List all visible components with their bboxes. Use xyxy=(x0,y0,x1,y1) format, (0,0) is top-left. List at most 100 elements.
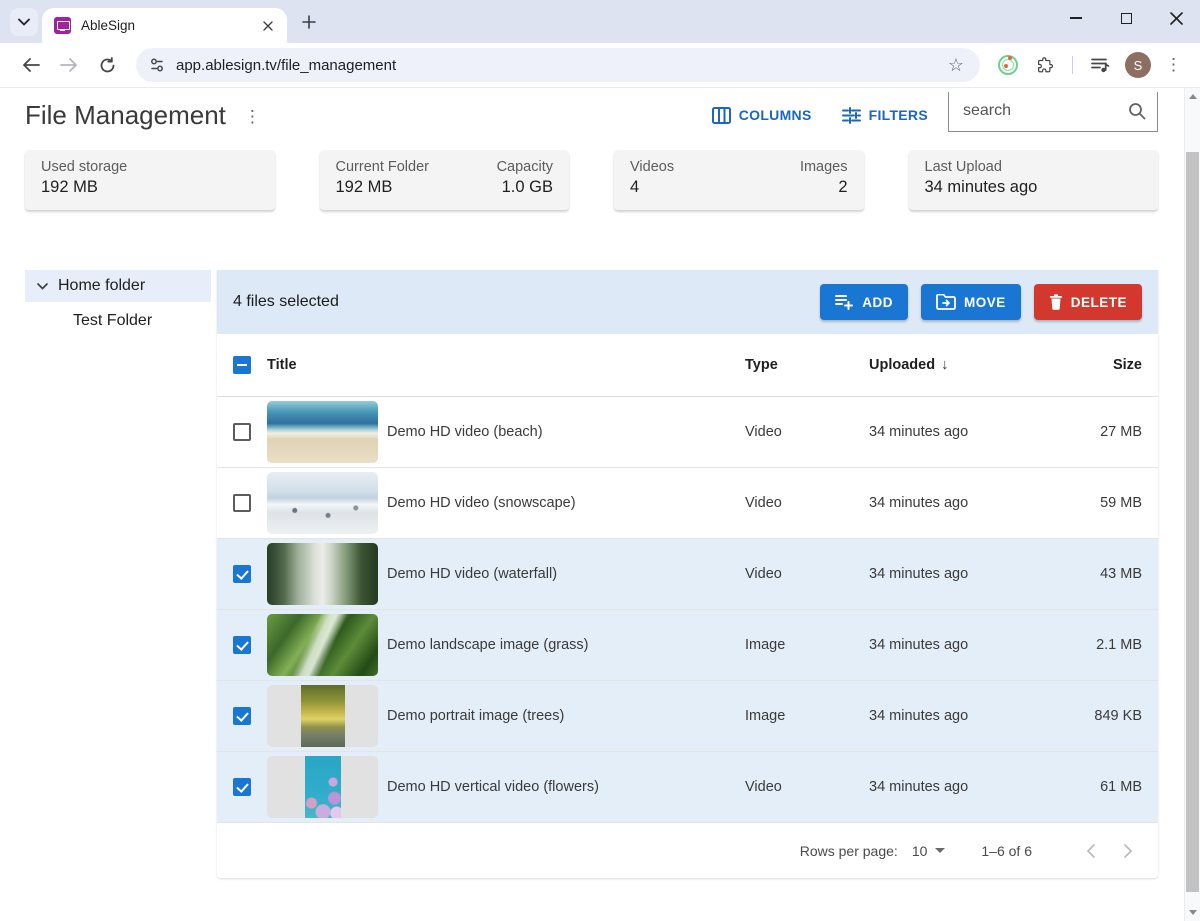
pagination-bar: Rows per page: 10 1–6 of 6 xyxy=(217,823,1158,878)
filters-icon xyxy=(842,107,861,124)
page-header: File Management ⋮ COLUMNS FILTERS xyxy=(25,88,1158,142)
scroll-up-icon[interactable] xyxy=(1189,94,1197,99)
filters-label: FILTERS xyxy=(869,107,928,123)
add-button[interactable]: ADD xyxy=(820,284,908,320)
page-menu-button[interactable]: ⋮ xyxy=(244,107,261,127)
file-size: 43 MB xyxy=(1062,566,1142,582)
move-button[interactable]: MOVE xyxy=(921,284,1021,320)
sidebar-item-test-folder[interactable]: Test Folder xyxy=(25,305,211,337)
tab-strip: AbleSign xyxy=(0,0,1200,43)
chevron-left-icon xyxy=(1086,844,1095,858)
filters-button[interactable]: FILTERS xyxy=(832,99,938,132)
browser-toolbar: app.ablesign.tv/file_management ☆ S ⋮ xyxy=(0,43,1200,88)
row-checkbox[interactable] xyxy=(233,778,251,796)
tab-search-button[interactable] xyxy=(10,8,38,36)
previous-page-button[interactable] xyxy=(1076,837,1104,865)
rows-per-page-label: Rows per page: xyxy=(800,843,898,859)
maximize-icon xyxy=(1121,13,1132,24)
file-thumbnail xyxy=(267,756,378,818)
column-header-uploaded[interactable]: Uploaded↓ xyxy=(869,357,1062,373)
stat-card-videos-images: Videos 4 Images 2 xyxy=(614,150,864,210)
stat-value: 192 MB xyxy=(336,178,429,197)
stat-label: Videos xyxy=(630,159,674,175)
row-checkbox[interactable] xyxy=(233,494,251,512)
url-text: app.ablesign.tv/file_management xyxy=(176,57,948,74)
stat-label: Images xyxy=(800,159,848,175)
tab-close-button[interactable] xyxy=(259,17,277,35)
extensions-button[interactable] xyxy=(1031,51,1059,79)
table-row[interactable]: Demo portrait image (trees) Image 34 min… xyxy=(217,681,1158,752)
stat-label: Capacity xyxy=(497,159,553,175)
close-window-button[interactable] xyxy=(1166,8,1186,28)
chevron-down-icon[interactable] xyxy=(37,283,48,290)
next-page-button[interactable] xyxy=(1114,837,1142,865)
add-label: ADD xyxy=(862,295,893,310)
column-header-title[interactable]: Title xyxy=(267,357,745,373)
chevron-down-icon xyxy=(18,18,30,26)
file-table-body: Demo HD video (beach) Video 34 minutes a… xyxy=(217,397,1158,823)
sidebar-item-home-folder[interactable]: Home folder xyxy=(25,270,211,302)
tab-title: AbleSign xyxy=(81,18,259,33)
table-row[interactable]: Demo HD vertical video (flowers) Video 3… xyxy=(217,752,1158,823)
table-row[interactable]: Demo landscape image (grass) Image 34 mi… xyxy=(217,610,1158,681)
reload-button[interactable] xyxy=(91,49,123,81)
move-label: MOVE xyxy=(964,295,1006,310)
playlist-add-icon xyxy=(835,294,854,310)
reload-icon xyxy=(99,57,116,74)
table-header: Title Type Uploaded↓ Size xyxy=(217,334,1158,397)
folder-label: Test Folder xyxy=(73,312,152,330)
file-uploaded: 34 minutes ago xyxy=(869,566,1062,582)
columns-button[interactable]: COLUMNS xyxy=(702,99,822,132)
search-box[interactable] xyxy=(948,92,1158,132)
file-size: 27 MB xyxy=(1062,424,1142,440)
row-checkbox[interactable] xyxy=(233,423,251,441)
stat-card-used-storage: Used storage 192 MB xyxy=(25,150,275,210)
file-thumbnail xyxy=(267,401,378,463)
file-thumbnail xyxy=(267,472,378,534)
new-tab-button[interactable] xyxy=(295,8,323,36)
browser-menu-button[interactable]: ⋮ xyxy=(1159,55,1188,75)
stat-card-last-upload: Last Upload 34 minutes ago xyxy=(909,150,1159,210)
file-thumbnail xyxy=(267,685,378,747)
playlist-music-icon xyxy=(1091,57,1110,73)
row-checkbox[interactable] xyxy=(233,565,251,583)
folder-label: Home folder xyxy=(58,277,145,295)
table-row[interactable]: Demo HD video (snowscape) Video 34 minut… xyxy=(217,468,1158,539)
caret-down-icon xyxy=(935,848,945,853)
page-title: File Management xyxy=(25,100,226,131)
file-panel: 4 files selected ADD xyxy=(217,270,1158,878)
media-controls-button[interactable] xyxy=(1086,51,1114,79)
extension-badge-icon[interactable] xyxy=(998,55,1018,75)
row-checkbox[interactable] xyxy=(233,636,251,654)
profile-avatar[interactable]: S xyxy=(1125,52,1151,78)
table-row[interactable]: Demo HD video (waterfall) Video 34 minut… xyxy=(217,539,1158,610)
window-controls xyxy=(1066,8,1186,28)
file-size: 59 MB xyxy=(1062,495,1142,511)
minimize-button[interactable] xyxy=(1066,8,1086,28)
column-header-size[interactable]: Size xyxy=(1062,357,1142,373)
back-button[interactable] xyxy=(15,49,47,81)
stat-label: Last Upload xyxy=(925,159,1038,175)
row-checkbox[interactable] xyxy=(233,707,251,725)
stat-label: Current Folder xyxy=(336,159,429,175)
forward-button[interactable] xyxy=(53,49,85,81)
table-row[interactable]: Demo HD video (beach) Video 34 minutes a… xyxy=(217,397,1158,468)
maximize-button[interactable] xyxy=(1116,8,1136,28)
search-input[interactable] xyxy=(963,102,1113,120)
file-uploaded: 34 minutes ago xyxy=(869,708,1062,724)
scrollbar-thumb[interactable] xyxy=(1186,152,1199,892)
url-bar[interactable]: app.ablesign.tv/file_management ☆ xyxy=(136,48,980,82)
file-title: Demo HD video (snowscape) xyxy=(387,495,745,511)
rows-per-page-select[interactable]: 10 xyxy=(912,843,946,859)
file-title: Demo portrait image (trees) xyxy=(387,708,745,724)
scroll-down-icon[interactable] xyxy=(1189,910,1197,915)
column-header-type[interactable]: Type xyxy=(745,357,869,373)
folder-tree: Home folder Test Folder xyxy=(25,270,211,878)
browser-tab[interactable]: AbleSign xyxy=(42,8,287,43)
delete-button[interactable]: DELETE xyxy=(1034,284,1142,320)
sort-desc-icon: ↓ xyxy=(941,357,948,373)
select-all-checkbox[interactable] xyxy=(233,356,251,374)
trash-icon xyxy=(1049,294,1063,311)
scrollbar[interactable] xyxy=(1184,88,1200,921)
bookmark-star-icon[interactable]: ☆ xyxy=(948,55,964,76)
